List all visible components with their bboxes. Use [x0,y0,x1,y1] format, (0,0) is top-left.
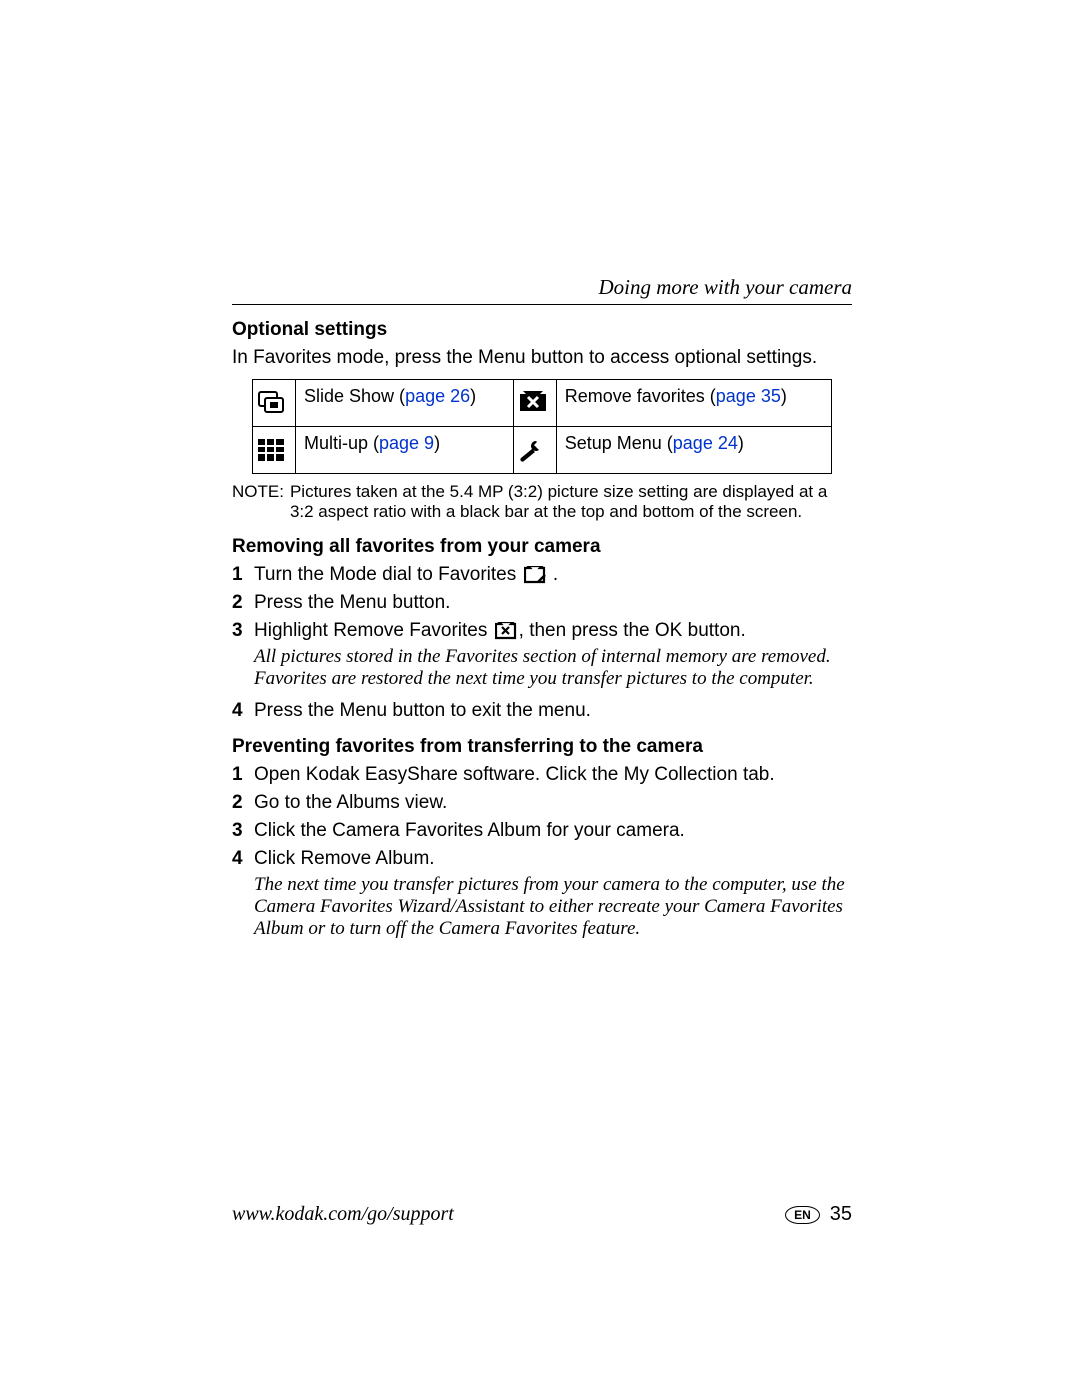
setup-menu-cell: Setup Menu (page 24) [556,427,831,474]
step-result: All pictures stored in the Favorites sec… [254,646,852,690]
step-number: 2 [232,592,254,614]
heading-removing-favorites: Removing all favorites from your camera [232,536,852,558]
note-body: Pictures taken at the 5.4 MP (3:2) pictu… [290,482,852,522]
footer-right: EN 35 [785,1203,852,1226]
page-number: 35 [830,1203,852,1226]
remove-favorites-after: ) [781,386,787,406]
step-body: Turn the Mode dial to Favorites . [254,564,852,586]
step-body: Open Kodak EasyShare software. Click the… [254,764,852,786]
multiup-icon [257,438,291,462]
slideshow-label: Slide Show ( [304,386,405,406]
step-result: The next time you transfer pictures from… [254,874,852,940]
setup-menu-after: ) [738,433,744,453]
optional-settings-table: Slide Show (page 26) Remove favorites (p… [252,379,832,474]
step-text: . [553,564,558,585]
table-row: Multi-up (page 9) Setup Menu (page 24) [253,427,832,474]
remove-favorites-icon-cell [513,380,556,427]
step-number: 4 [232,848,254,944]
remove-favorites-label: Remove favorites ( [565,386,716,406]
wrench-icon [518,438,552,462]
step-body: Go to the Albums view. [254,792,852,814]
table-row: Slide Show (page 26) Remove favorites (p… [253,380,832,427]
list-item: 4 Click Remove Album. The next time you … [232,848,852,944]
step-text: Highlight Remove Favorites [254,620,493,641]
step-text: Click Remove Album. [254,848,435,869]
step-number: 2 [232,792,254,814]
setup-menu-page-link[interactable]: page 24 [673,433,738,453]
running-header: Doing more with your camera [232,275,852,305]
multiup-label: Multi-up ( [304,433,379,453]
footer-url: www.kodak.com/go/support [232,1203,454,1226]
remove-favorites-page-link[interactable]: page 35 [716,386,781,406]
step-number: 1 [232,764,254,786]
step-number: 1 [232,564,254,586]
list-item: 1 Open Kodak EasyShare software. Click t… [232,764,852,786]
language-badge: EN [785,1206,820,1224]
step-body: Press the Menu button to exit the menu. [254,700,852,722]
multiup-cell: Multi-up (page 9) [296,427,514,474]
note-label: NOTE: [232,482,290,522]
optional-intro-text: In Favorites mode, press the Menu button… [232,347,852,369]
list-item: 3 Click the Camera Favorites Album for y… [232,820,852,842]
page-content: Doing more with your camera Optional set… [232,275,852,954]
setup-menu-label: Setup Menu ( [565,433,673,453]
list-item: 2 Go to the Albums view. [232,792,852,814]
multiup-after: ) [434,433,440,453]
slideshow-icon [257,390,291,416]
step-body: Press the Menu button. [254,592,852,614]
preventing-steps: 1 Open Kodak EasyShare software. Click t… [232,764,852,944]
page-footer: www.kodak.com/go/support EN 35 [232,1203,852,1226]
removing-steps: 1 Turn the Mode dial to Favorites . 2 Pr… [232,564,852,722]
note-row: NOTE: Pictures taken at the 5.4 MP (3:2)… [232,482,852,522]
step-body: Highlight Remove Favorites , then press … [254,620,852,694]
slideshow-icon-cell [253,380,296,427]
multiup-icon-cell [253,427,296,474]
step-text: Turn the Mode dial to Favorites [254,564,522,585]
setup-menu-icon-cell [513,427,556,474]
remove-favorites-icon [518,391,552,415]
multiup-page-link[interactable]: page 9 [379,433,434,453]
heading-preventing-transfer: Preventing favorites from transferring t… [232,736,852,758]
remove-favorites-cell: Remove favorites (page 35) [556,380,831,427]
slideshow-page-link[interactable]: page 26 [405,386,470,406]
step-number: 4 [232,700,254,722]
step-number: 3 [232,820,254,842]
list-item: 3 Highlight Remove Favorites , then pres… [232,620,852,694]
list-item: 4 Press the Menu button to exit the menu… [232,700,852,722]
list-item: 1 Turn the Mode dial to Favorites . [232,564,852,586]
slideshow-after: ) [470,386,476,406]
step-body: Click the Camera Favorites Album for you… [254,820,852,842]
remove-favorites-inline-icon [495,622,517,640]
favorites-mode-icon [524,566,546,584]
step-body: Click Remove Album. The next time you tr… [254,848,852,944]
heading-optional-settings: Optional settings [232,319,852,341]
list-item: 2 Press the Menu button. [232,592,852,614]
slideshow-cell: Slide Show (page 26) [296,380,514,427]
step-text: , then press the OK button. [519,620,746,641]
step-number: 3 [232,620,254,694]
